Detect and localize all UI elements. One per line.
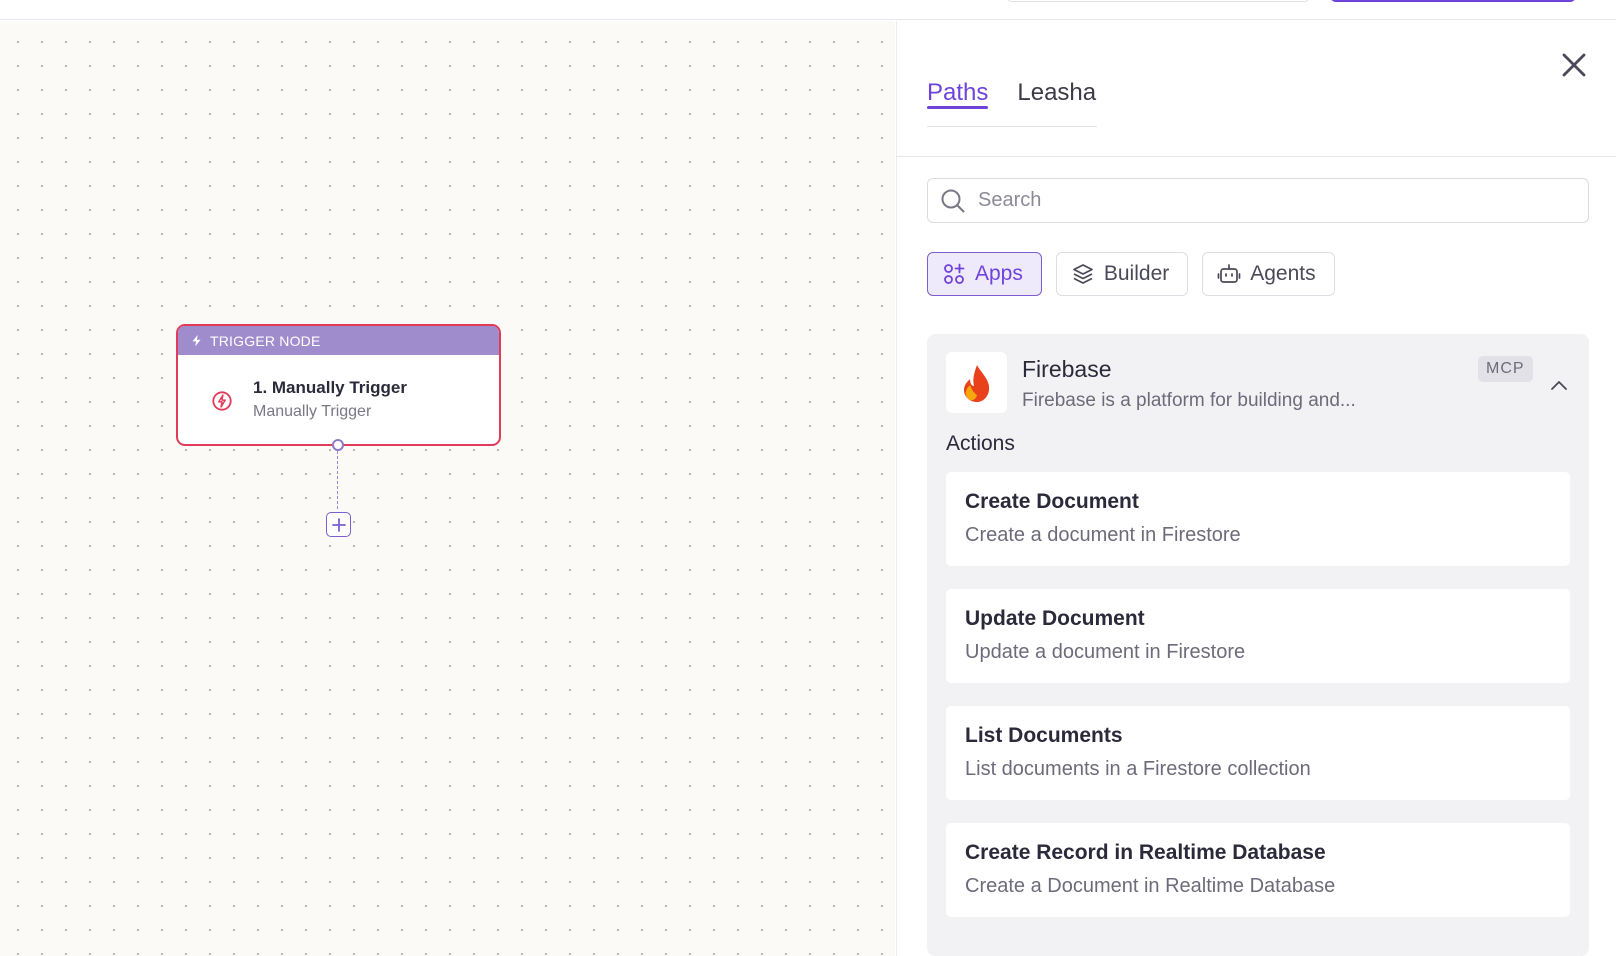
plus-icon: [331, 517, 346, 532]
workflow-canvas[interactable]: TRIGGER NODE 1. Manually Trigger Manuall…: [0, 21, 895, 956]
trigger-node-title: 1. Manually Trigger: [253, 378, 407, 397]
trigger-node-header: TRIGGER NODE: [178, 326, 499, 355]
builder-icon: [1073, 264, 1093, 284]
top-bar-input[interactable]: [1006, 0, 1310, 2]
action-update-document[interactable]: Update Document Update a document in Fir…: [946, 589, 1570, 683]
app-description: Firebase is a platform for building and.…: [1022, 390, 1356, 411]
close-icon: [1562, 53, 1586, 77]
filter-apps-button[interactable]: Apps: [927, 252, 1042, 296]
action-list-documents[interactable]: List Documents List documents in a Fires…: [946, 706, 1570, 800]
trigger-node[interactable]: TRIGGER NODE 1. Manually Trigger Manuall…: [176, 324, 501, 446]
tab-paths[interactable]: Paths: [927, 56, 989, 109]
node-picker-panel: Paths Leasha Apps Builder: [896, 21, 1616, 956]
action-title: List Documents: [965, 724, 1123, 747]
mcp-badge: MCP: [1478, 356, 1533, 382]
app-card-firebase: Firebase Firebase is a platform for buil…: [927, 334, 1589, 956]
action-description: Create a document in Firestore: [965, 524, 1241, 546]
lightning-icon: [192, 334, 201, 347]
node-output-handle[interactable]: [332, 439, 344, 451]
actions-heading: Actions: [946, 432, 1015, 455]
filter-apps-label: Apps: [975, 262, 1023, 285]
filter-agents-button[interactable]: Agents: [1202, 252, 1335, 296]
action-create-document[interactable]: Create Document Create a document in Fir…: [946, 472, 1570, 566]
add-node-button[interactable]: [326, 512, 351, 537]
top-bar: [0, 0, 1616, 20]
firebase-logo-icon: [946, 352, 1007, 413]
filter-builder-button[interactable]: Builder: [1055, 252, 1189, 296]
panel-divider: [897, 156, 1616, 157]
search-input[interactable]: [978, 189, 1578, 212]
panel-tabs: Paths Leasha: [927, 56, 1096, 126]
action-list: Create Document Create a document in Fir…: [946, 472, 1570, 940]
chevron-up-icon[interactable]: [1547, 374, 1571, 398]
trigger-bolt-icon: [212, 391, 232, 411]
filter-builder-label: Builder: [1103, 262, 1170, 285]
trigger-node-header-label: TRIGGER NODE: [210, 332, 321, 349]
tabs-underline: [927, 126, 1097, 127]
robot-icon: [1217, 264, 1241, 283]
action-create-realtime-record[interactable]: Create Record in Realtime Database Creat…: [946, 823, 1570, 917]
category-filters: Apps Builder Agents: [927, 252, 1335, 296]
action-title: Update Document: [965, 607, 1145, 630]
action-description: List documents in a Firestore collection: [965, 758, 1311, 780]
action-description: Update a document in Firestore: [965, 641, 1246, 663]
action-title: Create Document: [965, 490, 1139, 513]
search-box: [927, 178, 1589, 223]
search-icon: [941, 189, 965, 212]
action-description: Create a Document in Realtime Database: [965, 875, 1336, 897]
app-name: Firebase: [1022, 356, 1112, 382]
close-button[interactable]: [1557, 48, 1591, 82]
connector-line: [337, 451, 338, 509]
action-title: Create Record in Realtime Database: [965, 841, 1326, 864]
trigger-node-subtitle: Manually Trigger: [253, 403, 372, 420]
top-bar-primary-button[interactable]: [1330, 0, 1576, 2]
filter-agents-label: Agents: [1250, 262, 1316, 285]
tab-leasha[interactable]: Leasha: [1017, 56, 1096, 106]
apps-icon: [944, 263, 965, 284]
